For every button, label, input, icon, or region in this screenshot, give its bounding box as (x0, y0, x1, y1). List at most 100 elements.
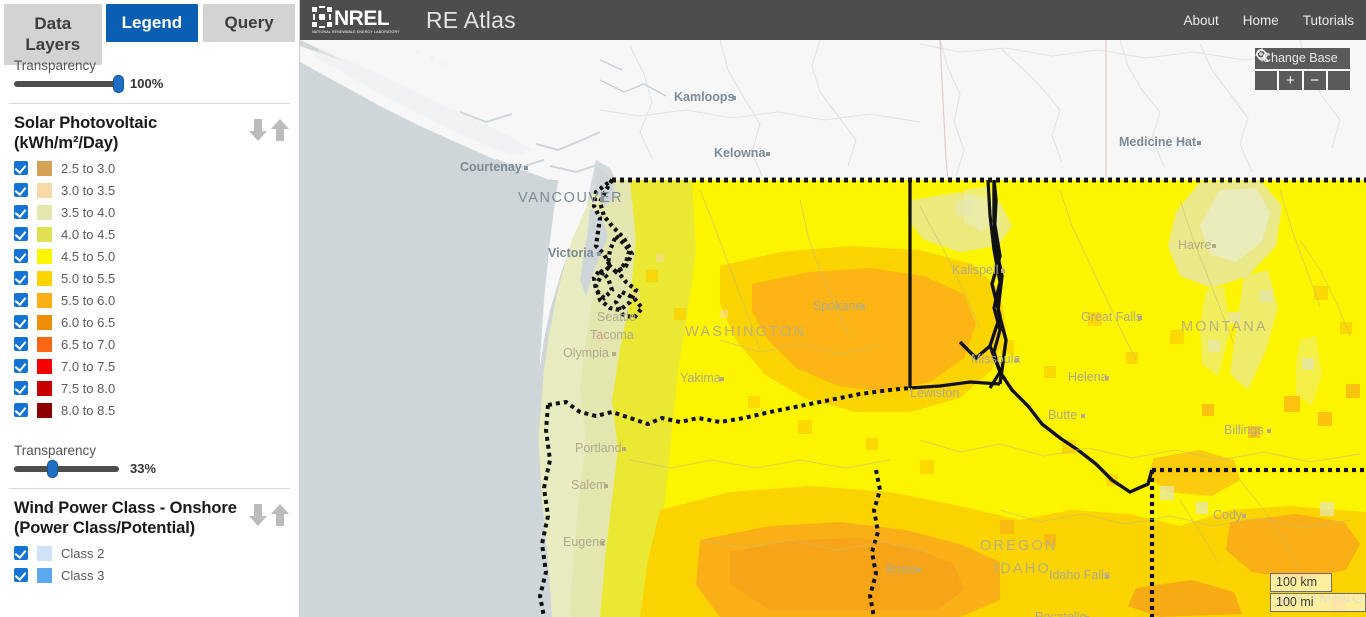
legend-item[interactable]: 7.0 to 7.5 (14, 355, 299, 377)
legend-checkbox[interactable] (14, 293, 28, 307)
transparency-slider-solar[interactable] (14, 74, 124, 93)
legend-item[interactable]: 4.0 to 4.5 (14, 223, 299, 245)
left-panel: Data Layers Legend Query Transparency 10… (0, 0, 300, 617)
legend-checkbox[interactable] (14, 568, 28, 582)
arrow-down-icon[interactable] (247, 117, 269, 143)
legend-swatch (37, 270, 52, 286)
plus-icon: + (1285, 71, 1295, 89)
legend-checkbox[interactable] (14, 381, 28, 395)
legend-checkbox[interactable] (14, 546, 28, 560)
nrel-logo[interactable]: NREL NATIONAL RENEWABLE ENERGY LABORATOR… (300, 5, 404, 35)
layer-title-solar: Solar Photovoltaic (kWh/m²/Day) (14, 113, 247, 153)
scale-bar-mi: 100 mi (1270, 593, 1366, 612)
legend-item[interactable]: 5.5 to 6.0 (14, 289, 299, 311)
legend-swatch (37, 358, 52, 374)
legend-checkbox[interactable] (14, 315, 28, 329)
change-base-button[interactable]: Change Base (1255, 48, 1350, 69)
scale-bar-km: 100 km (1270, 573, 1332, 592)
layer-header-wind: Wind Power Class - Onshore (Power Class/… (0, 489, 299, 542)
legend-label: 6.5 to 7.0 (61, 336, 116, 352)
tab-query[interactable]: Query (203, 4, 295, 42)
slider-handle[interactable] (113, 74, 124, 93)
re-atlas-app: Data Layers Legend Query Transparency 10… (0, 0, 1366, 617)
map-graphics (300, 40, 1366, 617)
legend-item[interactable]: 7.5 to 8.0 (14, 377, 299, 399)
legend-item[interactable]: 4.5 to 5.0 (14, 245, 299, 267)
legend-swatch (37, 226, 52, 242)
legend-item[interactable]: 6.5 to 7.0 (14, 333, 299, 355)
legend-item[interactable]: 5.0 to 5.5 (14, 267, 299, 289)
nav-tutorials[interactable]: Tutorials (1303, 13, 1354, 28)
transparency-value-wind: 33% (130, 461, 157, 476)
header-nav: About Home Tutorials (1159, 13, 1366, 28)
arrow-down-icon[interactable] (247, 502, 269, 528)
legend-checkbox[interactable] (14, 271, 28, 285)
legend-swatch (37, 204, 52, 220)
legend-item[interactable]: 3.0 to 3.5 (14, 179, 299, 201)
nav-about[interactable]: About (1183, 13, 1218, 28)
legend-item[interactable]: 6.0 to 6.5 (14, 311, 299, 333)
svg-text:NATIONAL RENEWABLE ENERGY LABO: NATIONAL RENEWABLE ENERGY LABORATORY (312, 30, 400, 34)
legend-swatch (37, 160, 52, 176)
legend-label: 2.5 to 3.0 (61, 160, 116, 176)
map-canvas[interactable]: Kamloops Kelowna Medicine Hat Courtenay … (300, 40, 1366, 617)
zoom-box-button[interactable] (1255, 49, 1278, 90)
legend-checkbox[interactable] (14, 359, 28, 373)
legend-checkbox[interactable] (14, 183, 28, 197)
zoom-button-group: + − (1255, 48, 1350, 90)
legend-checkbox[interactable] (14, 249, 28, 263)
legend-swatch (37, 336, 52, 352)
legend-label: 7.5 to 8.0 (61, 380, 116, 396)
legend-checkbox[interactable] (14, 337, 28, 351)
arrow-up-icon[interactable] (269, 117, 291, 143)
zoom-out-button[interactable]: − (1303, 71, 1326, 90)
layer-title-solar-line2: (kWh/m²/Day) (14, 134, 119, 152)
slider-handle[interactable] (47, 459, 58, 478)
legend-label: 5.5 to 6.0 (61, 292, 116, 308)
legend-item[interactable]: 8.0 to 8.5 (14, 399, 299, 421)
transparency-slider-wind[interactable] (14, 459, 119, 478)
layer-title-solar-line1: Solar Photovoltaic (14, 114, 158, 132)
zoom-in-button[interactable]: + (1279, 71, 1302, 90)
tab-legend[interactable]: Legend (105, 4, 199, 42)
arrow-up-icon[interactable] (269, 502, 291, 528)
legend-label: 5.0 to 5.5 (61, 270, 116, 286)
legend-item[interactable]: Class 3 (14, 564, 299, 586)
legend-checkbox[interactable] (14, 227, 28, 241)
layer-title-wind: Wind Power Class - Onshore (Power Class/… (14, 498, 247, 538)
nav-home[interactable]: Home (1243, 13, 1279, 28)
svg-text:NREL: NREL (334, 7, 390, 30)
legend-label: 7.0 to 7.5 (61, 358, 116, 374)
legend-checkbox[interactable] (14, 403, 28, 417)
legend-swatch (37, 248, 52, 264)
transparency-label: Transparency (14, 443, 97, 458)
nrel-logo-icon: NREL NATIONAL RENEWABLE ENERGY LABORATOR… (312, 6, 400, 34)
reset-extent-button[interactable] (1255, 48, 1350, 90)
legend-checkbox[interactable] (14, 161, 28, 175)
legend-item[interactable]: 3.5 to 4.0 (14, 201, 299, 223)
legend-swatch (37, 567, 52, 583)
legend-label: 8.0 to 8.5 (61, 402, 116, 418)
legend-checkbox[interactable] (14, 205, 28, 219)
legend-label: 4.0 to 4.5 (61, 226, 116, 242)
legend-item[interactable]: Class 2 (14, 542, 299, 564)
tab-data-layers[interactable]: Data Layers (4, 4, 102, 65)
legend-swatch (37, 182, 52, 198)
panel-tab-bar: Data Layers Legend Query (0, 0, 299, 65)
app-title: RE Atlas (426, 6, 516, 33)
map-controls: Change Base + − (1255, 48, 1350, 90)
layer-title-wind-line2: (Power Class/Potential) (14, 519, 196, 537)
legend-item[interactable]: 2.5 to 3.0 (14, 157, 299, 179)
legend-label: 3.5 to 4.0 (61, 204, 116, 220)
legend-list-wind: Class 2 Class 3 (0, 542, 299, 586)
layer-reorder-controls-wind (247, 498, 291, 528)
legend-label: Class 3 (61, 567, 105, 583)
crosshair-icon (1255, 48, 1269, 62)
layer-reorder-controls-solar (247, 113, 291, 143)
app-header: NREL NATIONAL RENEWABLE ENERGY LABORATOR… (300, 0, 1366, 40)
transparency-value-solar: 100% (130, 76, 164, 91)
legend-label: 3.0 to 3.5 (61, 182, 116, 198)
legend-label: 4.5 to 5.0 (61, 248, 116, 264)
legend-swatch (37, 545, 52, 561)
transparency-control-solar: Transparency 100% (0, 52, 299, 99)
